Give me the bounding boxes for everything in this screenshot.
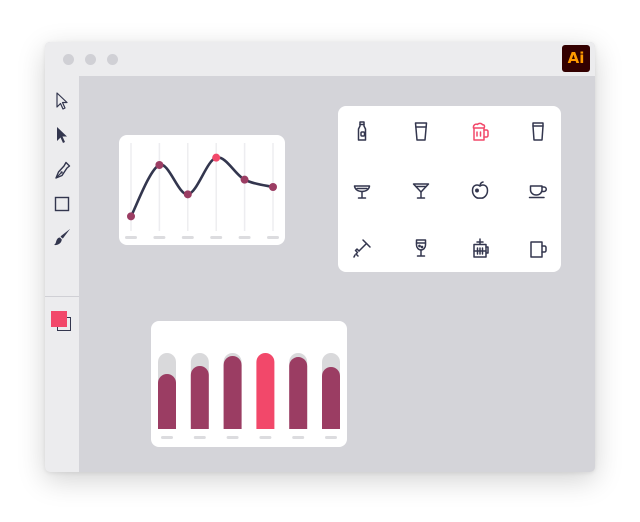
selection-tool[interactable] xyxy=(53,92,71,110)
data-point xyxy=(269,183,277,191)
close-button[interactable] xyxy=(63,54,74,65)
teacup-icon[interactable] xyxy=(527,179,549,201)
bar xyxy=(223,356,242,429)
apple-icon[interactable] xyxy=(469,179,491,201)
bottle-icon[interactable] xyxy=(351,120,373,142)
bar xyxy=(190,366,209,429)
x-tick-placeholder xyxy=(153,236,166,239)
paintbrush-icon xyxy=(54,229,70,246)
bar xyxy=(158,374,176,429)
martini-glass-icon[interactable] xyxy=(410,179,432,201)
direct-selection-tool[interactable] xyxy=(53,126,71,144)
pen-nib-icon xyxy=(55,161,71,179)
line-chart xyxy=(125,143,279,239)
champagne-coupe-icon[interactable] xyxy=(351,179,373,201)
title-bar: Ai xyxy=(45,42,595,76)
tools-panel xyxy=(45,76,79,472)
illustrator-logo: Ai xyxy=(562,45,590,72)
hollow-arrow-icon xyxy=(56,92,68,110)
corkscrew-icon[interactable] xyxy=(351,237,373,259)
x-tick-placeholder xyxy=(292,436,305,439)
x-tick-placeholder xyxy=(161,436,173,439)
data-point xyxy=(240,175,249,184)
toolbar-divider xyxy=(45,296,79,297)
x-tick-placeholder xyxy=(210,236,223,239)
pen-tool[interactable] xyxy=(53,161,71,179)
french-press-icon[interactable] xyxy=(469,237,491,259)
x-tick-placeholder xyxy=(181,236,194,239)
data-point xyxy=(155,161,164,169)
x-tick-placeholder xyxy=(193,436,206,439)
icon-set-card[interactable] xyxy=(338,106,561,272)
fill-color-swatch[interactable] xyxy=(51,311,67,327)
x-tick-placeholder xyxy=(226,436,239,439)
x-tick-placeholder xyxy=(259,436,272,439)
glass-icon[interactable] xyxy=(410,120,432,142)
solid-arrow-icon xyxy=(57,127,67,143)
pint-glass-icon[interactable] xyxy=(527,120,549,142)
x-tick-placeholder xyxy=(267,236,279,239)
app-window: Ai xyxy=(45,42,595,472)
square-icon xyxy=(54,196,70,212)
data-point xyxy=(183,190,192,199)
minimize-button[interactable] xyxy=(85,54,96,65)
bar xyxy=(289,357,308,429)
line-chart-card[interactable] xyxy=(119,135,285,245)
wine-glass-icon[interactable] xyxy=(410,237,432,259)
x-tick-placeholder xyxy=(325,436,337,439)
beer-mug-icon[interactable] xyxy=(469,120,491,142)
series-line xyxy=(129,156,275,218)
data-point xyxy=(127,212,135,221)
x-tick-placeholder xyxy=(238,236,251,239)
bar-chart xyxy=(158,353,340,439)
x-tick-placeholder xyxy=(125,236,137,239)
rectangle-tool[interactable] xyxy=(53,195,71,213)
bar xyxy=(322,367,340,429)
bar xyxy=(256,353,275,429)
data-point xyxy=(212,153,221,162)
mug-icon[interactable] xyxy=(527,237,549,259)
zoom-button[interactable] xyxy=(107,54,118,65)
brush-tool[interactable] xyxy=(53,228,71,246)
bar-chart-card[interactable] xyxy=(151,321,347,447)
